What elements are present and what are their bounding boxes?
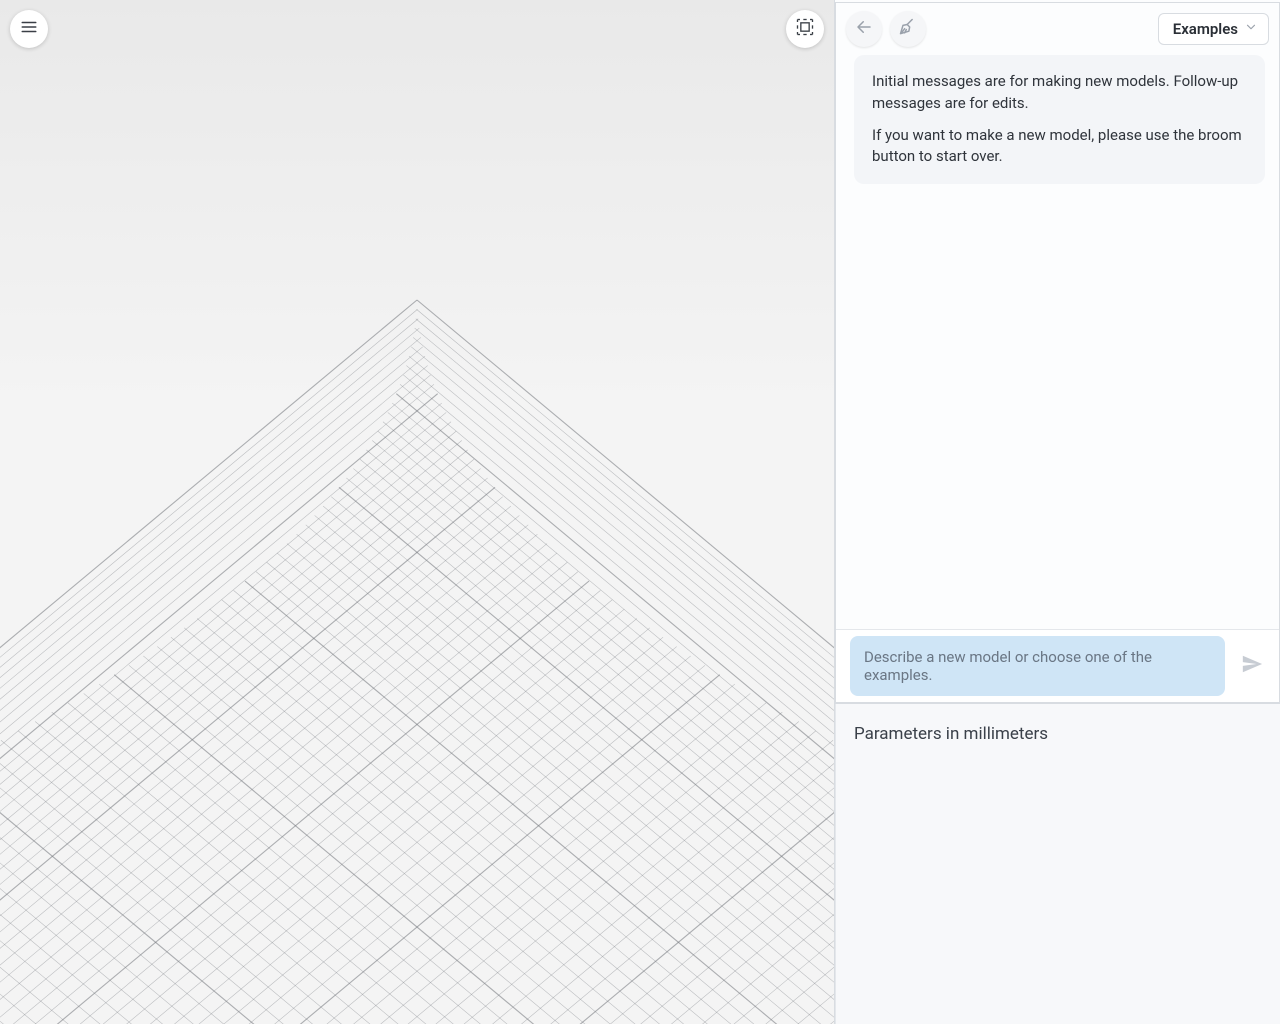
arrow-left-icon [855, 18, 873, 40]
menu-button[interactable] [10, 10, 48, 48]
messages-list: Initial messages are for making new mode… [836, 55, 1279, 629]
message-line: Initial messages are for making new mode… [872, 71, 1247, 115]
side-panel: Examples Initial messages are for making… [835, 0, 1280, 1024]
prompt-input[interactable] [850, 636, 1225, 696]
paper-plane-icon [1241, 653, 1263, 679]
chat-header: Examples [836, 3, 1279, 55]
examples-dropdown[interactable]: Examples [1158, 13, 1269, 45]
select-all-icon [795, 17, 815, 41]
select-all-button[interactable] [786, 10, 824, 48]
ground-grid [0, 0, 834, 1024]
chat-panel: Examples Initial messages are for making… [835, 2, 1280, 704]
examples-label: Examples [1173, 20, 1238, 38]
viewport-3d[interactable] [0, 0, 835, 1024]
parameters-panel: Parameters in millimeters [835, 704, 1280, 1024]
send-button[interactable] [1235, 636, 1269, 696]
parameters-title: Parameters in millimeters [854, 724, 1264, 744]
app-root: Examples Initial messages are for making… [0, 0, 1280, 1024]
system-message: Initial messages are for making new mode… [854, 55, 1265, 184]
broom-button[interactable] [890, 11, 926, 47]
message-line: If you want to make a new model, please … [872, 125, 1247, 169]
composer [836, 629, 1279, 703]
menu-icon [20, 18, 38, 40]
broom-icon [898, 17, 918, 41]
chevron-down-icon [1244, 20, 1258, 38]
back-button[interactable] [846, 11, 882, 47]
